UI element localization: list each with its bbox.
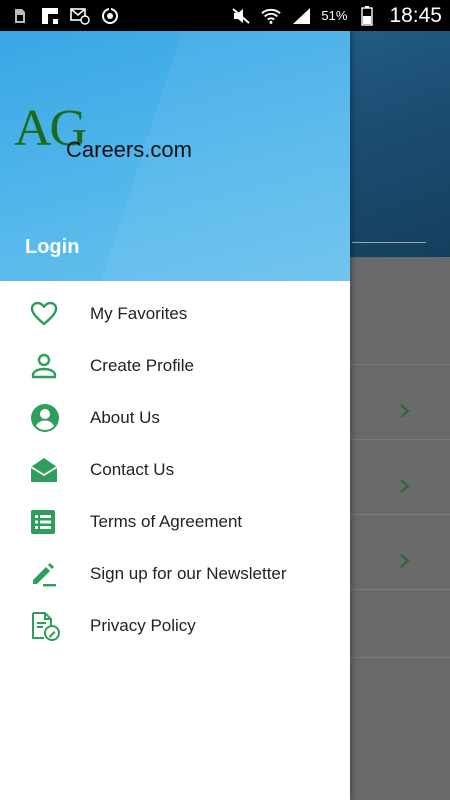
background-row-divider — [350, 657, 450, 658]
background-row-divider — [350, 439, 450, 440]
menu-item-terms-of-agreement[interactable]: Terms of Agreement — [0, 496, 350, 548]
mail-notification-icon — [70, 6, 90, 26]
chevron-right-icon — [398, 404, 412, 418]
document-edit-icon — [0, 600, 90, 652]
menu-item-my-favorites[interactable]: My Favorites — [0, 288, 350, 340]
menu-item-label: About Us — [90, 408, 160, 427]
background-row-divider — [350, 364, 450, 365]
menu-item-create-profile[interactable]: Create Profile — [0, 340, 350, 392]
list-document-icon — [0, 496, 90, 548]
wifi-icon — [261, 6, 282, 26]
background-divider — [352, 242, 426, 243]
login-button[interactable]: Login — [25, 236, 79, 259]
status-bar-notifications — [10, 6, 120, 26]
menu-item-about-us[interactable]: About Us — [0, 392, 350, 444]
battery-percentage: 51% — [321, 8, 348, 23]
navigation-drawer: AG Careers.com Login My Favorites Create… — [0, 31, 350, 800]
background-row-divider — [350, 514, 450, 515]
menu-item-label: Terms of Agreement — [90, 512, 243, 531]
signal-strength-icon — [291, 6, 311, 26]
heart-icon — [0, 288, 90, 340]
status-bar-system: 51% 18:45 — [231, 4, 442, 28]
menu-item-label: Contact Us — [90, 460, 175, 479]
status-time: 18:45 — [389, 3, 442, 27]
menu-item-label: Create Profile — [90, 356, 194, 375]
menu-item-contact-us[interactable]: Contact Us — [0, 444, 350, 496]
flipboard-icon — [40, 6, 60, 26]
pencil-icon — [0, 548, 90, 600]
account-circle-icon — [0, 392, 90, 444]
chevron-right-icon — [398, 554, 412, 568]
menu-item-newsletter-signup[interactable]: Sign up for our Newsletter — [0, 548, 350, 600]
chevron-right-icon — [398, 479, 412, 493]
menu-item-privacy-policy[interactable]: Privacy Policy — [0, 600, 350, 652]
menu-item-label: Sign up for our Newsletter — [90, 564, 287, 583]
status-bar: 51% 18:45 — [0, 0, 450, 31]
sim-card-icon — [10, 6, 30, 26]
person-icon — [0, 340, 90, 392]
mute-icon — [231, 6, 251, 26]
menu-item-label: My Favorites — [90, 304, 188, 323]
sync-icon — [100, 6, 120, 26]
background-row-divider — [350, 589, 450, 590]
open-envelope-icon — [0, 444, 90, 496]
drawer-menu: My Favorites Create Profile About Us Con… — [0, 288, 350, 652]
menu-item-label: Privacy Policy — [90, 616, 196, 635]
logo-wordmark: Careers.com — [66, 137, 192, 162]
drawer-header: AG Careers.com Login — [0, 31, 350, 281]
agcareers-logo: AG Careers.com — [14, 103, 204, 173]
battery-icon — [357, 5, 377, 26]
app-screen: 51% 18:45 AG Careers.com Login My Favori… — [0, 0, 450, 800]
